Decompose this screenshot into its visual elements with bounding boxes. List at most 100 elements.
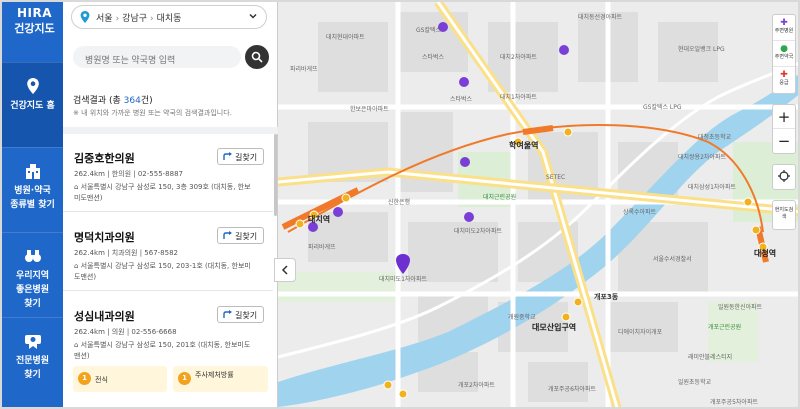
apartment-label[interactable]: 한보은마아파트 [350,104,389,113]
result-note: ※ 내 위치와 가까운 병원 또는 약국의 검색결과입니다. [73,109,232,117]
emergency-button[interactable]: ✚ 응급 [773,67,795,93]
address-pin-icon: ⌂ [74,262,81,270]
nav-item-good-hospital-label-3: 찾기 [24,299,41,309]
station-label[interactable]: 학여울역 [509,140,538,151]
nearby-pharmacy-button[interactable]: ● 주변약국 [773,41,795,67]
apartment-label[interactable]: 대치동선경아파트 [578,12,622,21]
directions-label: 길찾기 [235,153,258,162]
collapse-panel-button[interactable] [274,258,296,282]
nav-item-good-hospital-label-1: 우리지역 [15,271,50,281]
place-label[interactable]: 일원초등학교 [678,377,711,386]
map-view[interactable]: 학여울역 대치역 대청역 대모산입구역 GS칼텍스 스타벅스 스타벅스 파리바게… [278,2,798,407]
apartment-label[interactable]: 일원동한신아파트 [718,302,762,311]
nav-item-specialty-label-1: 전문병원 [15,356,50,366]
place-label[interactable]: 개포3동 [594,292,618,302]
directions-label: 길찾기 [235,311,258,320]
region-city: 서울 [96,14,113,24]
nav-item-type-search[interactable]: 병원·약국 종류별 찾기 [2,147,63,232]
nearby-hospital-button[interactable]: ✚ 주변병원 [773,15,795,41]
zoom-in-button[interactable]: + [773,105,795,129]
hospital-card[interactable]: 명덕치과의원 길찾기 262.4km | 치과의원 | 567-8582 ⌂ 서… [63,213,273,291]
hospital-card[interactable]: 성심내과의원 길찾기 262.4km | 의원 | 02-556-6668 ⌂ … [63,292,273,370]
apartment-label[interactable]: 대치쌍용2차아파트 [678,152,726,161]
apartment-label[interactable]: 대치미도2차아파트 [454,226,502,235]
crosshair-icon [778,170,790,182]
hospital-name[interactable]: 김중호한의원 [74,150,135,166]
place-label[interactable]: 스타벅스 [422,52,444,61]
place-label[interactable]: 개원중학교 [508,312,536,321]
place-label[interactable]: 스타벅스 [450,94,472,103]
zoom-out-button[interactable]: − [773,129,795,153]
hospital-card[interactable]: 김중호한의원 길찾기 262.4km | 한의원 | 02-555-8887 ⌂… [63,134,273,212]
hospital-meta: 262.4km | 한의원 | 02-555-8887 [74,170,183,178]
search-input[interactable] [73,46,241,68]
binoculars-icon [24,250,41,262]
nav-item-specialty[interactable]: 전문병원 찾기 [2,317,63,402]
hira-logo[interactable]: HIRA 건강지도 [2,2,63,62]
place-label[interactable]: GS칼텍스 LPG [643,102,682,111]
result-count: 검색결과 (총 364건) [73,93,153,106]
map-toolbar: ✚ 주변병원 ● 주변약국 ✚ 응급 + − 현지도검색 [772,14,796,240]
hospital-meta: 262.4km | 치과의원 | 567-8582 [74,249,178,257]
region-selector[interactable]: 서울 › 강남구 › 대치동 [71,5,267,29]
emergency-label: 응급 [779,80,789,86]
location-pin-icon [80,11,90,23]
place-label[interactable]: 신한은행 [388,197,410,206]
side-nav: HIRA 건강지도 건강지도 홈 병원·약국 종류별 찾기 우리지역 좋은병원 … [2,2,63,407]
station-label[interactable]: 대치역 [308,214,330,225]
legend-label: 주사제처방률 [195,371,234,379]
place-label[interactable]: 파리바게뜨 [290,64,318,73]
place-label[interactable]: GS칼텍스 [416,25,441,34]
results-scrollbar[interactable] [274,134,277,216]
place-label[interactable]: 대치근린공원 [483,192,516,201]
apartment-label[interactable]: 디에이치자이개포 [618,327,662,336]
directions-button[interactable]: 길찾기 [217,227,264,244]
grade-badge: 1 [178,372,191,385]
station-label[interactable]: 대청역 [754,248,776,259]
directions-label: 길찾기 [235,232,258,241]
apartment-label[interactable]: 개포2차아파트 [458,380,495,389]
search-this-area-control: 현지도검색 [772,200,796,230]
station-label[interactable]: 대모산입구역 [532,322,576,333]
place-label[interactable]: SETEC [546,174,565,181]
search-button[interactable] [245,45,269,69]
hospital-name[interactable]: 명덕치과의원 [74,229,135,245]
chevron-right-icon: › [150,14,154,24]
hospital-address-text: 서울특별시 강남구 삼성로 150, 201호 (대치동, 한보미도맨션) [74,341,251,360]
ambulance-icon: ✚ [780,70,788,80]
search-this-area-button[interactable]: 현지도검색 [773,201,795,229]
apartment-label[interactable]: 개포주공6차아파트 [548,384,596,393]
locate-control [772,164,796,190]
place-label[interactable]: 현대오일뱅크 LPG [678,44,725,53]
turn-arrow-icon [223,310,232,318]
place-label[interactable]: 대청초등학교 [698,132,731,141]
hospital-cross-icon: ✚ [780,18,788,28]
nav-item-good-hospital[interactable]: 우리지역 좋은병원 찾기 [2,232,63,317]
apartment-label[interactable]: 개포주공5차아파트 [710,397,758,406]
nav-item-home[interactable]: 건강지도 홈 [2,62,63,147]
apartment-label[interactable]: 대치1차아파트 [500,92,537,101]
search-icon [251,51,263,63]
rating-legend: 1 전식 1 주사제처방률 [73,366,268,392]
apartment-label[interactable]: 대치미도1차아파트 [379,274,427,283]
zoom-control: + − [772,104,796,154]
search-panel: 서울›강남구›대치동 검색결과 (총 364건) ※ 내 위치와 가까운 병원 … [63,2,278,407]
legend-item: 1 전식 [73,366,167,392]
apartment-label[interactable]: 대치2차아파트 [500,52,537,61]
apartment-label[interactable]: 래미안블레스티지 [688,352,732,361]
hospital-name[interactable]: 성심내과의원 [74,308,135,324]
directions-button[interactable]: 길찾기 [217,306,264,323]
turn-arrow-icon [223,152,232,160]
nearby-pharmacy-label: 주변약국 [774,54,794,60]
apartment-label[interactable]: 상록수아파트 [623,207,656,216]
apartment-label[interactable]: 대치현대아파트 [326,32,365,41]
apartment-label[interactable]: 대치삼성1차아파트 [688,182,736,191]
pill-icon: ● [780,44,788,54]
nav-item-good-hospital-label-2: 좋은병원 [15,285,50,295]
place-label[interactable]: 파리바게뜨 [308,242,336,251]
directions-button[interactable]: 길찾기 [217,148,264,165]
hospital-meta: 262.4km | 의원 | 02-556-6668 [74,328,177,336]
place-label[interactable]: 서울수서경찰서 [653,254,692,263]
place-label[interactable]: 개포근린공원 [708,322,741,331]
my-location-button[interactable] [773,165,795,189]
